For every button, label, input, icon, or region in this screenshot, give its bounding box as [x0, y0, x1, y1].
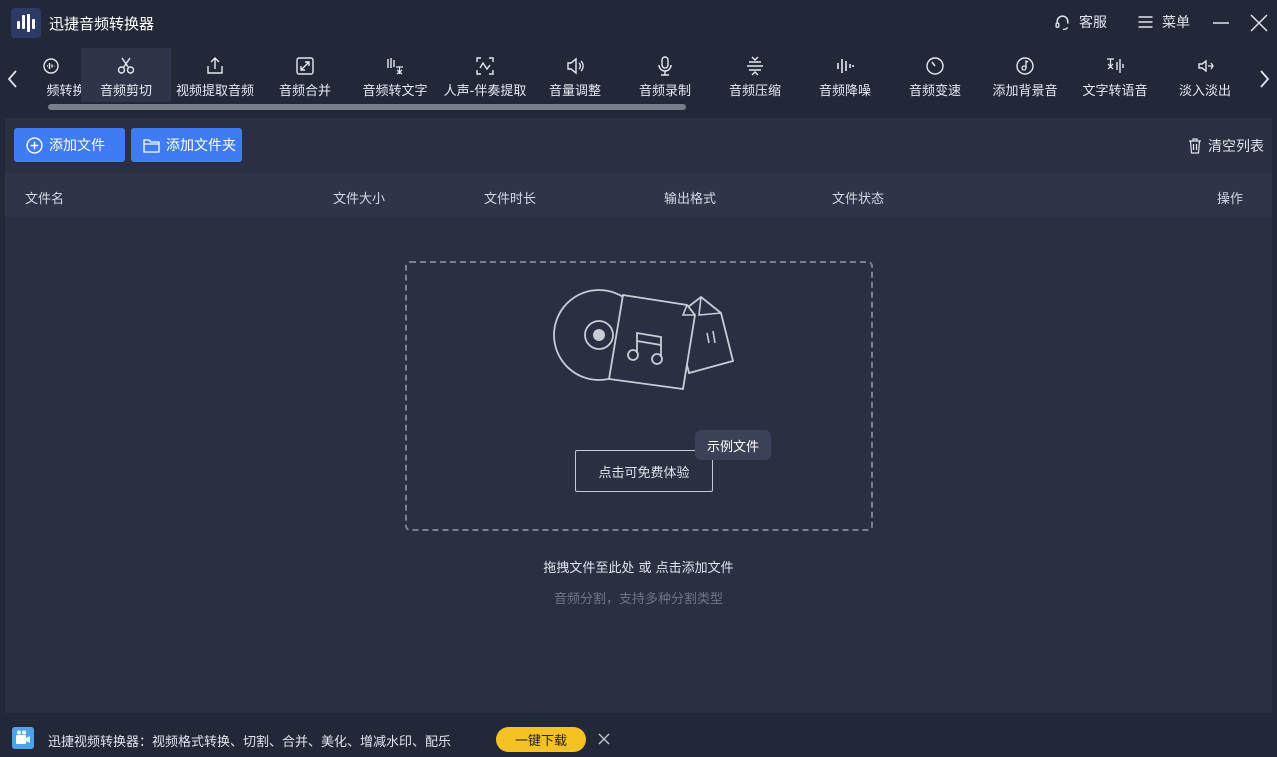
column-filesize: 文件大小: [333, 192, 386, 207]
tab-vocal-extract[interactable]: 人声-伴奏提取: [440, 48, 530, 102]
menu-button[interactable]: 菜单: [1137, 12, 1190, 32]
tab-audio-speed[interactable]: 音频变速: [890, 48, 980, 102]
video-converter-logo-icon: [12, 727, 34, 749]
drop-hint: 拖拽文件至此处 或 点击添加文件: [543, 561, 734, 576]
voice-extract-icon: [476, 57, 494, 75]
denoise-icon: [837, 59, 854, 73]
tab-label: 文字转语音: [1082, 84, 1148, 99]
column-output-format: 输出格式: [664, 192, 717, 207]
tab-audio-compress[interactable]: 音频压缩: [710, 48, 800, 102]
drop-zone[interactable]: 点击可免费体验 示例文件: [405, 261, 873, 531]
tool-tabs: 频转换 音频剪切 视频提取音频 音频合并 音频转文字 人声-伴奏提取 音量调整: [24, 46, 1254, 106]
tab-label: 音量调整: [548, 84, 601, 99]
close-promo-icon[interactable]: [598, 733, 610, 745]
audio-files-illustration-icon: [553, 289, 735, 391]
tab-label: 人声-伴奏提取: [443, 84, 527, 99]
tts-icon: [1107, 58, 1124, 73]
text-convert-icon: [387, 58, 403, 75]
column-filename: 文件名: [25, 192, 65, 207]
menu-label: 菜单: [1162, 15, 1190, 31]
app-logo-icon: [11, 8, 41, 38]
tab-video-extract-audio[interactable]: 视频提取音频: [170, 48, 260, 102]
tab-text-to-speech[interactable]: 文字转语音: [1070, 48, 1160, 102]
scroll-left-arrow-icon[interactable]: [4, 66, 22, 92]
tab-volume-adjust[interactable]: 音量调整: [530, 48, 620, 102]
fade-icon: [1198, 59, 1214, 73]
tab-add-background[interactable]: 添加背景音: [980, 48, 1070, 102]
tab-label: 音频降噪: [818, 84, 871, 99]
scissors-icon: [117, 57, 135, 74]
add-file-button[interactable]: 添加文件: [14, 128, 125, 162]
trash-icon: [1189, 138, 1201, 154]
free-trial-button[interactable]: 点击可免费体验: [575, 450, 713, 492]
app-title: 迅捷音频转换器: [49, 15, 155, 33]
customer-service-button[interactable]: 客服: [1054, 12, 1107, 32]
tab-label: 淡入淡出: [1178, 84, 1231, 99]
add-file-label: 添加文件: [49, 138, 105, 154]
add-folder-button[interactable]: 添加文件夹: [131, 128, 242, 162]
microphone-icon: [658, 56, 672, 76]
title-bar: 迅捷音频转换器 客服 菜单: [0, 0, 1277, 46]
column-duration: 文件时长: [484, 192, 537, 207]
tab-label: 音频变速: [908, 84, 961, 99]
tab-label: 音频录制: [638, 84, 691, 99]
tab-audio-merge[interactable]: 音频合并: [260, 48, 350, 102]
table-header: 文件名 文件大小 文件时长 输出格式 文件状态 操作: [5, 173, 1272, 217]
tab-label: 视频提取音频: [175, 84, 254, 99]
clear-list-label: 清空列表: [1208, 139, 1264, 155]
column-actions: 操作: [1217, 192, 1244, 207]
speed-icon: [926, 57, 944, 75]
tab-label: 音频转文字: [362, 84, 428, 99]
tab-audio-to-text[interactable]: 音频转文字: [350, 48, 440, 102]
tab-label: 添加背景音: [992, 84, 1058, 99]
waveform-icon: [43, 58, 59, 74]
tab-label: 音频合并: [278, 84, 331, 99]
scroll-right-arrow-icon[interactable]: [1255, 66, 1273, 92]
tab-fade-in-out[interactable]: 淡入淡出: [1160, 48, 1250, 102]
add-folder-label: 添加文件夹: [166, 138, 236, 154]
tab-audio-denoise[interactable]: 音频降噪: [800, 48, 890, 102]
drop-subhint: 音频分割，支持多种分割类型: [553, 592, 723, 607]
compress-icon: [747, 56, 763, 76]
merge-icon: [296, 57, 314, 75]
music-disc-icon: [1016, 57, 1034, 75]
tab-audio-cut[interactable]: 音频剪切: [81, 48, 171, 102]
promo-bar: 迅捷视频转换器：视频格式转换、切割、合并、美化、增减水印、配乐 一键下载: [0, 716, 1277, 757]
tab-audio-record[interactable]: 音频录制: [620, 48, 710, 102]
plus-circle-icon: [26, 136, 43, 154]
sample-file-badge: 示例文件: [695, 430, 771, 460]
export-icon: [207, 57, 223, 74]
clear-list-button[interactable]: 清空列表: [1188, 136, 1264, 156]
minimize-button[interactable]: [1210, 12, 1232, 34]
tab-label: 音频压缩: [728, 84, 781, 99]
customer-service-label: 客服: [1079, 15, 1107, 31]
tabs-scrollbar[interactable]: [48, 104, 686, 110]
menu-icon: [1138, 16, 1153, 28]
headset-icon: [1055, 14, 1069, 30]
file-list-panel: 添加文件 添加文件夹 清空列表 文件名 文件大小 文件时长 输出格式 文件状态 …: [5, 118, 1272, 713]
column-status: 文件状态: [832, 192, 885, 207]
download-button[interactable]: 一键下载: [496, 727, 586, 752]
close-button[interactable]: [1248, 12, 1270, 34]
volume-icon: [567, 57, 584, 75]
tool-tabs-bar: 频转换 音频剪切 视频提取音频 音频合并 音频转文字 人声-伴奏提取 音量调整: [0, 46, 1277, 114]
folder-icon: [143, 138, 160, 153]
promo-text: 迅捷视频转换器：视频格式转换、切割、合并、美化、增减水印、配乐: [48, 735, 452, 750]
tab-label: 音频剪切: [99, 84, 152, 99]
